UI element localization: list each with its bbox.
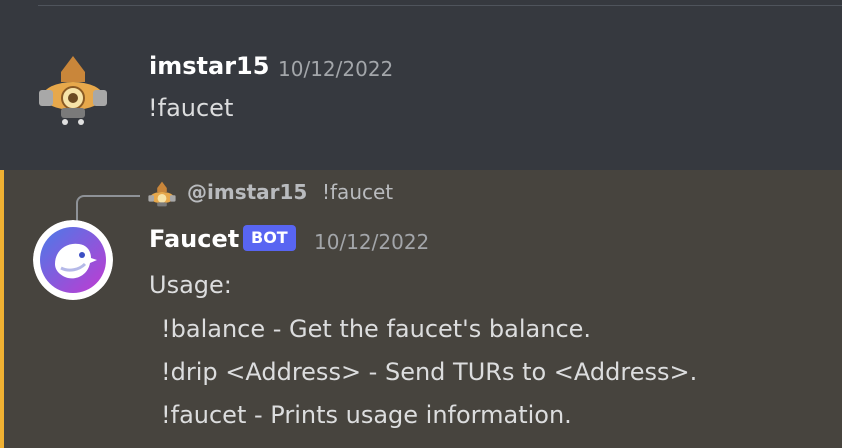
message-faucet-bot[interactable]: @imstar15 !faucet Faucet BOT 10/12/2022 …	[0, 170, 842, 448]
message-line: !faucet - Prints usage information.	[161, 401, 572, 429]
message-line: !drip <Address> - Send TURs to <Address>…	[161, 358, 698, 386]
reply-connector	[76, 195, 140, 221]
faucet-bird-avatar-icon[interactable]	[33, 220, 113, 300]
author-name[interactable]: imstar15	[149, 52, 269, 80]
message-timestamp: 10/12/2022	[278, 57, 394, 81]
message-imstar15[interactable]: imstar15 10/12/2022 !faucet	[0, 22, 842, 170]
author-name[interactable]: Faucet	[149, 225, 239, 253]
reply-spaceship-avatar-icon	[148, 181, 176, 207]
reply-preview-text[interactable]: !faucet	[322, 180, 393, 204]
reply-mention[interactable]: @imstar15	[187, 180, 307, 204]
message-timestamp: 10/12/2022	[314, 230, 430, 254]
bot-badge: BOT	[243, 225, 296, 251]
message-line: Usage:	[149, 271, 232, 299]
message-content: !faucet	[148, 94, 234, 122]
message-line: !balance - Get the faucet's balance.	[161, 315, 592, 343]
top-divider	[38, 5, 842, 6]
spaceship-avatar-icon[interactable]	[33, 52, 113, 132]
